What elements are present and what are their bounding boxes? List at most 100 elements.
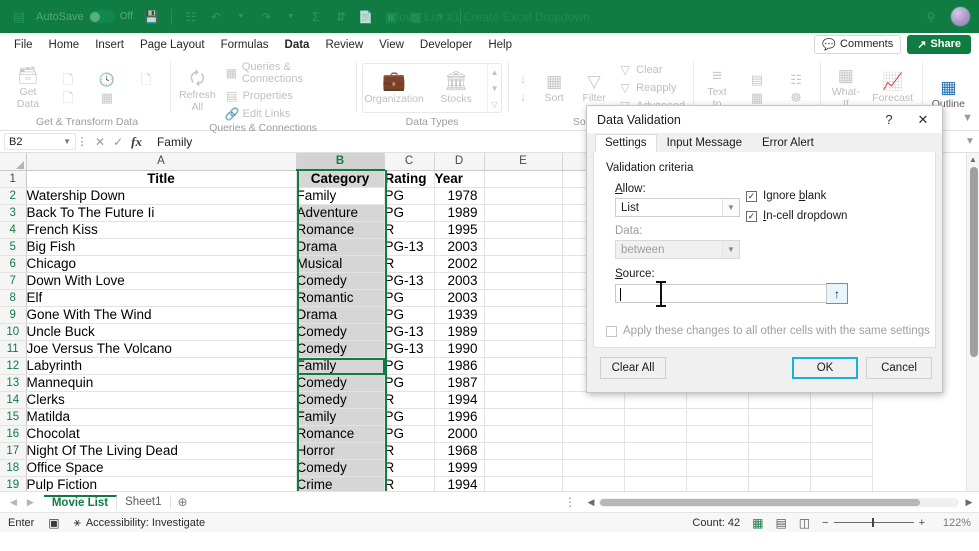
tab-insert[interactable]: Insert (87, 37, 132, 53)
cell-e1[interactable] (484, 170, 563, 188)
cell-a17[interactable]: Night Of The Living Dead (26, 442, 297, 460)
zoom-thumb[interactable] (871, 518, 874, 527)
row-header-9[interactable]: 9 (0, 306, 27, 324)
sort-icon[interactable]: ⇵ (330, 6, 352, 28)
cell-j15[interactable] (810, 408, 873, 426)
help-icon[interactable]: ? (874, 112, 904, 127)
cell-c19[interactable]: R (384, 476, 435, 491)
tab-page-layout[interactable]: Page Layout (132, 37, 213, 53)
cell-a6[interactable]: Chicago (26, 255, 297, 273)
autosave-toggle[interactable]: AutoSave Off (36, 10, 133, 23)
cell-c14[interactable]: R (384, 391, 435, 409)
close-icon[interactable]: ✕ (904, 112, 942, 128)
table-row[interactable]: 14 Clerks Comedy R 1994 (0, 391, 873, 409)
row-header-8[interactable]: 8 (0, 289, 27, 307)
clear-all-button[interactable]: Clear All (600, 357, 666, 379)
sheet-tab-sheet1[interactable]: Sheet1 (117, 495, 171, 509)
cell-a13[interactable]: Mannequin (26, 374, 297, 392)
redo-dropdown-icon[interactable]: ▼ (280, 6, 302, 28)
zoom-track[interactable] (833, 518, 914, 527)
sort-descending-button[interactable]: ↓ (514, 89, 532, 105)
source-input[interactable] (615, 281, 827, 307)
row-header-4[interactable]: 4 (0, 221, 27, 239)
cell-i17[interactable] (748, 442, 811, 460)
cell-d2[interactable]: 1978 (434, 187, 485, 205)
cell-c8[interactable]: PG (384, 289, 435, 307)
cell-a11[interactable]: Joe Versus The Volcano (26, 340, 297, 358)
hscroll-left-icon[interactable]: ◀ (583, 497, 599, 508)
add-sheet-button[interactable]: ⊕ (171, 495, 195, 509)
cell-d18[interactable]: 1999 (434, 459, 485, 477)
cell-a3[interactable]: Back To The Future Ii (26, 204, 297, 222)
column-header-a[interactable]: A (26, 153, 297, 171)
cell-g17[interactable] (624, 442, 687, 460)
relationships-icon[interactable]: ☷ (778, 71, 814, 88)
sort-ascending-button[interactable]: ↓ (514, 71, 532, 87)
cell-c5[interactable]: PG-13 (384, 238, 435, 256)
allow-select[interactable]: List ▼ (615, 198, 740, 217)
scroll-up-icon[interactable]: ▲ (488, 64, 501, 80)
cell-b17[interactable]: Horror (296, 442, 385, 460)
tab-settings[interactable]: Settings (595, 134, 657, 152)
name-box[interactable]: B2 ▼ (4, 133, 76, 150)
formula-expand-chevron-down-icon[interactable]: ▼ (961, 136, 979, 147)
prev-sheet-icon[interactable]: ◀ (10, 497, 17, 508)
cell-d12[interactable]: 1986 (434, 357, 485, 375)
cell-h16[interactable] (686, 425, 749, 443)
accessibility-status[interactable]: ⚹ Accessibility: Investigate (74, 515, 205, 530)
cell-e8[interactable] (484, 289, 563, 307)
cell-i14[interactable] (748, 391, 811, 409)
ok-button[interactable]: OK (792, 357, 858, 379)
cell-j18[interactable] (810, 459, 873, 477)
row-header-18[interactable]: 18 (0, 459, 27, 477)
cell-a9[interactable]: Gone With The Wind (26, 306, 297, 324)
ribbon-tabs[interactable]: File Home Insert Page Layout Formulas Da… (0, 33, 979, 57)
cell-f14[interactable] (562, 391, 625, 409)
cell-a7[interactable]: Down With Love (26, 272, 297, 290)
cell-e15[interactable] (484, 408, 563, 426)
cell-g18[interactable] (624, 459, 687, 477)
cell-c16[interactable]: PG (384, 425, 435, 443)
page-break-view-icon[interactable]: ◫ (799, 516, 810, 530)
organization-button[interactable]: 💼 Organization (363, 64, 425, 112)
cell-c1[interactable]: Rating (384, 170, 435, 188)
table-row[interactable]: 19 Pulp Fiction Crime R 1994 (0, 476, 873, 491)
fx-icon[interactable]: fx (131, 134, 142, 150)
cell-h15[interactable] (686, 408, 749, 426)
undo-dropdown-icon[interactable]: ▼ (230, 6, 252, 28)
vertical-scrollbar-thumb[interactable] (970, 167, 978, 357)
cell-c9[interactable]: PG (384, 306, 435, 324)
tab-developer[interactable]: Developer (412, 37, 480, 53)
new-file-icon[interactable]: 📄 (355, 6, 377, 28)
cell-d17[interactable]: 1968 (434, 442, 485, 460)
table-row[interactable]: 15 Matilda Family PG 1996 (0, 408, 873, 426)
row-header-14[interactable]: 14 (0, 391, 27, 409)
sort-button[interactable]: ▦ Sort (536, 71, 572, 105)
cell-b12[interactable]: Family (296, 357, 385, 375)
user-avatar[interactable] (950, 6, 971, 27)
table-icon[interactable]: ▦ (405, 6, 427, 28)
cell-e5[interactable] (484, 238, 563, 256)
cell-c10[interactable]: PG-13 (384, 323, 435, 341)
row-header-15[interactable]: 15 (0, 408, 27, 426)
cell-a12[interactable]: Labyrinth (26, 357, 297, 375)
incell-dropdown-checkbox[interactable]: ✓ In-cell dropdown (746, 210, 847, 222)
tab-review[interactable]: Review (317, 37, 371, 53)
cell-d10[interactable]: 1989 (434, 323, 485, 341)
data-types-gallery[interactable]: 💼 Organization 🏛 Stocks ▲ ▼ ▽ (362, 63, 503, 113)
print-preview-icon[interactable]: ▣ (380, 6, 402, 28)
cell-j16[interactable] (810, 425, 873, 443)
zoom-level-label[interactable]: 122% (937, 517, 971, 529)
cell-e2[interactable] (484, 187, 563, 205)
cell-e6[interactable] (484, 255, 563, 273)
cell-e9[interactable] (484, 306, 563, 324)
scroll-resize-handle[interactable]: ⋮ (558, 495, 583, 509)
tab-formulas[interactable]: Formulas (213, 37, 277, 53)
edit-links-button[interactable]: 🔗 Edit Links (223, 106, 350, 122)
ribbon-collapse-icon[interactable]: ▼ (962, 112, 973, 124)
cell-f17[interactable] (562, 442, 625, 460)
autosum-icon[interactable]: Σ (305, 6, 327, 28)
existing-connections-icon[interactable]: ▦ (89, 89, 125, 106)
row-header-17[interactable]: 17 (0, 442, 27, 460)
cell-c4[interactable]: R (384, 221, 435, 239)
